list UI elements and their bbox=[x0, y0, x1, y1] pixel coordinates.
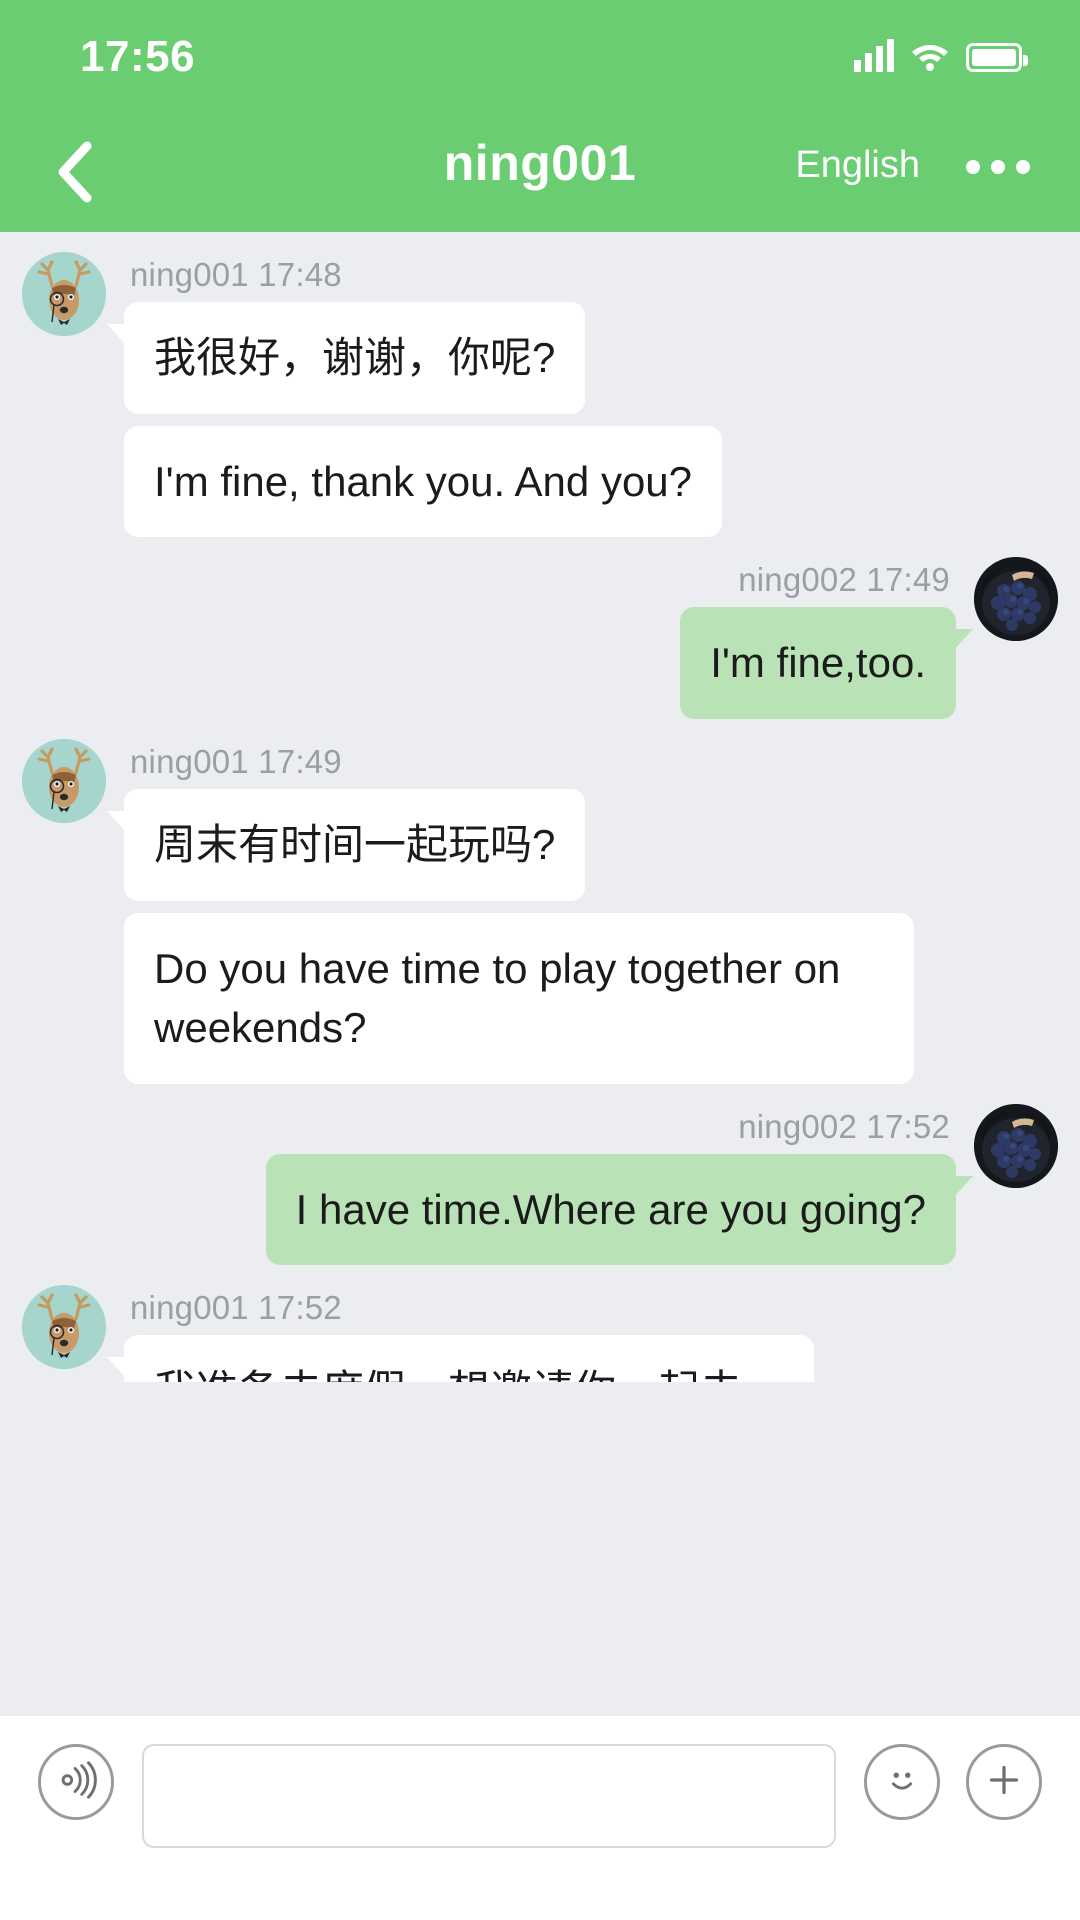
nav-bar: ning001 English bbox=[0, 110, 1080, 232]
status-bar-clock: 17:56 bbox=[80, 32, 196, 81]
status-bar: 17:56 bbox=[0, 0, 1080, 110]
message-row-incoming: ning001 17:49 周末有时间一起玩吗? Do you have tim… bbox=[0, 738, 1080, 1084]
message-group: ning001 17:49 周末有时间一起玩吗? Do you have tim… bbox=[0, 719, 1080, 1084]
message-row-outgoing: ning002 17:49 I'm fine,too. bbox=[0, 557, 1080, 719]
status-bar-icons bbox=[854, 38, 1028, 72]
message-row-incoming: ning001 17:52 我准备去度假，想邀请你一起去。 I'm going … bbox=[0, 1285, 1080, 1382]
deer-avatar[interactable] bbox=[22, 1285, 106, 1370]
message-group: ning001 17:48 我很好，谢谢，你呢? I'm fine, thank… bbox=[0, 232, 1080, 538]
deer-avatar[interactable] bbox=[22, 252, 106, 336]
deer-avatar[interactable] bbox=[22, 738, 106, 823]
message-stack: ning001 17:52 我准备去度假，想邀请你一起去。 I'm going … bbox=[106, 1285, 914, 1382]
message-meta: ning001 17:48 bbox=[130, 256, 342, 293]
message-group: ning002 17:49 I'm fine,too. bbox=[0, 537, 1080, 719]
message-input-bar bbox=[0, 1716, 1080, 1920]
message-stack: ning002 17:52 I have time.Where are you … bbox=[265, 1104, 974, 1266]
message-meta: ning001 17:49 bbox=[130, 742, 342, 780]
message-meta: ning001 17:52 bbox=[130, 1289, 342, 1327]
message-stack: ning002 17:49 I'm fine,too. bbox=[680, 557, 973, 719]
message-group: ning002 17:52 I have time.Where are you … bbox=[0, 1084, 1080, 1266]
message-bubble-original[interactable]: I'm fine,too. bbox=[680, 607, 973, 719]
back-button[interactable] bbox=[30, 128, 120, 216]
message-row-outgoing: ning002 17:52 I have time.Where are you … bbox=[0, 1103, 1080, 1266]
message-stack: ning001 17:49 周末有时间一起玩吗? Do you have tim… bbox=[106, 739, 914, 1084]
message-group: ning001 17:52 我准备去度假，想邀请你一起去。 I'm going … bbox=[0, 1265, 1080, 1382]
add-plus-icon bbox=[981, 1757, 1027, 1808]
message-text-input[interactable] bbox=[142, 1744, 836, 1848]
back-chevron-icon bbox=[55, 140, 95, 204]
message-stack: ning001 17:48 我很好，谢谢，你呢? I'm fine, thank… bbox=[106, 252, 723, 538]
voice-input-button[interactable] bbox=[38, 1744, 114, 1820]
voice-input-icon bbox=[53, 1757, 99, 1808]
message-bubble-translation[interactable]: I'm fine, thank you. And you? bbox=[124, 425, 723, 538]
input-actions bbox=[864, 1744, 1042, 1820]
message-row-incoming: ning001 17:48 我很好，谢谢，你呢? I'm fine, thank… bbox=[0, 252, 1080, 538]
battery-icon bbox=[966, 43, 1028, 72]
emoji-button[interactable] bbox=[864, 1744, 940, 1820]
add-attachment-button[interactable] bbox=[966, 1744, 1042, 1820]
message-list[interactable]: ning001 17:48 我很好，谢谢，你呢? I'm fine, thank… bbox=[0, 232, 1080, 1382]
message-bubble-original[interactable]: 周末有时间一起玩吗? bbox=[106, 788, 586, 901]
chat-screen: 17:56 ning001 English ning001 17:48 我很好，… bbox=[0, 0, 1080, 1920]
message-meta: ning002 17:52 bbox=[738, 1107, 950, 1145]
more-options-icon[interactable] bbox=[966, 160, 1030, 174]
emoji-smiley-icon bbox=[879, 1757, 925, 1808]
grapes-avatar[interactable] bbox=[974, 1103, 1058, 1188]
cellular-signal-icon bbox=[854, 38, 894, 72]
message-bubble-original[interactable]: 我准备去度假，想邀请你一起去。 bbox=[106, 1335, 815, 1382]
message-bubble-original[interactable]: 我很好，谢谢，你呢? bbox=[106, 302, 586, 414]
message-meta: ning002 17:49 bbox=[738, 561, 950, 599]
message-bubble-original[interactable]: I have time.Where are you going? bbox=[265, 1153, 974, 1266]
message-bubble-translation[interactable]: Do you have time to play together on wee… bbox=[124, 912, 914, 1084]
wifi-icon bbox=[910, 40, 950, 72]
grapes-avatar[interactable] bbox=[974, 557, 1058, 642]
language-button[interactable]: English bbox=[795, 144, 920, 187]
app-header: 17:56 ning001 English bbox=[0, 0, 1080, 232]
